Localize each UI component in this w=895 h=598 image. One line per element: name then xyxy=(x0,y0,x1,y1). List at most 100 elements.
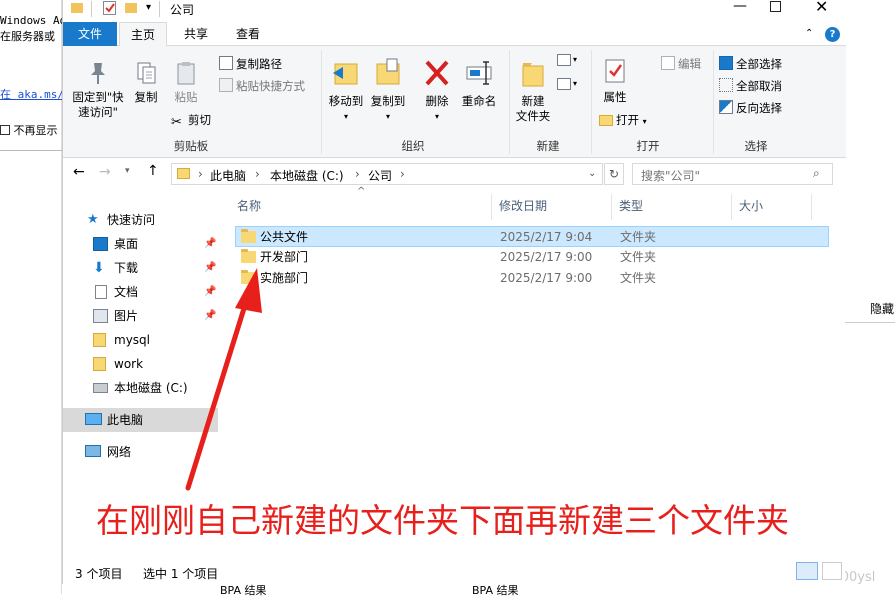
properties-button[interactable]: 属性 xyxy=(595,56,635,105)
edit-button[interactable]: 编辑 xyxy=(661,56,701,72)
group-separator xyxy=(713,50,714,154)
scissors-icon: ✂ xyxy=(171,115,182,130)
recent-locations-icon[interactable]: ▾ xyxy=(125,166,130,176)
column-divider[interactable] xyxy=(811,194,812,220)
new-folder-button[interactable]: 新建 文件夹 xyxy=(511,56,555,124)
nav-item-this-pc[interactable]: 此电脑 xyxy=(63,408,218,432)
paste-shortcut-button[interactable]: 粘贴快捷方式 xyxy=(219,78,305,94)
chevron-down-icon[interactable]: ▾ xyxy=(573,79,577,88)
group-separator xyxy=(591,50,592,154)
address-dropdown-icon[interactable]: ⌄ xyxy=(588,168,596,179)
move-to-icon xyxy=(333,63,358,85)
column-header-date[interactable]: 修改日期 xyxy=(499,196,547,216)
column-header-size[interactable]: 大小 xyxy=(739,196,763,216)
file-row[interactable]: 实施部门 2025/2/17 9:00 文件夹 xyxy=(235,268,829,289)
column-divider[interactable] xyxy=(491,194,492,220)
nav-quick-access[interactable]: ★ 快速访问 xyxy=(63,209,218,231)
tab-view[interactable]: 查看 xyxy=(223,22,273,46)
rename-button[interactable]: 重命名 xyxy=(457,56,501,109)
file-type: 文件夹 xyxy=(620,230,657,244)
move-to-button[interactable]: 移动到 ▾ xyxy=(325,56,367,124)
nav-item-downloads[interactable]: ⬇ 下载 📌 xyxy=(63,257,218,279)
nav-item-desktop[interactable]: 桌面 📌 xyxy=(63,233,218,255)
nav-item-mysql[interactable]: mysql xyxy=(63,329,218,351)
chevron-down-icon[interactable]: ▾ xyxy=(573,55,577,64)
open-button[interactable]: 打开 ▾ xyxy=(599,112,647,130)
easy-access-icon[interactable] xyxy=(557,78,571,90)
search-input[interactable]: 搜索"公司" ⌕ xyxy=(632,163,833,185)
minimize-button[interactable]: — xyxy=(733,0,747,14)
details-view-icon[interactable] xyxy=(796,562,818,580)
collapse-ribbon-icon[interactable]: ⌃ xyxy=(805,28,813,39)
file-row[interactable]: 公共文件 2025/2/17 9:04 文件夹 xyxy=(235,226,829,247)
download-icon: ⬇ xyxy=(93,260,105,276)
breadcrumb-drive[interactable]: 本地磁盘 (C:) xyxy=(270,167,344,184)
select-all-button[interactable]: 全部选择 xyxy=(719,56,782,72)
tab-file[interactable]: 文件 xyxy=(63,22,117,46)
copy-path-button[interactable]: 复制路径 xyxy=(219,56,282,72)
edit-label: 编辑 xyxy=(678,57,701,71)
chevron-right-icon[interactable]: › xyxy=(400,167,405,181)
close-button[interactable]: ✕ xyxy=(815,0,828,16)
pin-quick-access-button[interactable]: 固定到"快速访问" xyxy=(67,60,129,120)
chevron-right-icon[interactable]: › xyxy=(355,167,360,181)
copy-button[interactable]: 复制 xyxy=(129,60,163,105)
drive-icon xyxy=(93,383,108,393)
invert-selection-button[interactable]: 反向选择 xyxy=(719,100,782,116)
up-arrow-icon[interactable]: ↑ xyxy=(147,163,159,179)
maximize-button[interactable] xyxy=(770,1,781,12)
delete-button[interactable]: 删除 ▾ xyxy=(419,56,455,124)
select-none-button[interactable]: 全部取消 xyxy=(719,78,782,94)
nav-item-work[interactable]: work xyxy=(63,353,218,375)
hide-label[interactable]: 隐藏 xyxy=(870,300,894,317)
desktop-icon xyxy=(93,237,108,251)
large-icons-view-icon[interactable] xyxy=(822,562,842,580)
nav-item-network[interactable]: 网络 xyxy=(63,441,218,463)
file-row[interactable]: 开发部门 2025/2/17 9:00 文件夹 xyxy=(235,247,829,268)
copy-label: 复制 xyxy=(134,90,158,104)
file-name: 开发部门 xyxy=(260,250,309,264)
new-folder-icon xyxy=(522,63,544,87)
background-link[interactable]: 在 aka.ms/ xyxy=(0,86,64,102)
tab-home[interactable]: 主页 xyxy=(119,22,167,47)
checkbox[interactable] xyxy=(0,125,10,135)
invert-selection-icon xyxy=(719,100,733,114)
copy-to-button[interactable]: 复制到 ▾ xyxy=(367,56,409,124)
cut-button[interactable]: ✂ 剪切 xyxy=(171,112,211,130)
file-date: 2025/2/17 9:00 xyxy=(500,250,593,264)
divider xyxy=(845,322,895,323)
customize-quick-access-icon[interactable]: ▾ xyxy=(146,2,151,13)
properties-quick-icon[interactable] xyxy=(103,1,116,15)
tab-share[interactable]: 共享 xyxy=(171,22,221,46)
breadcrumb-this-pc[interactable]: 此电脑 xyxy=(210,167,246,184)
nav-label: 图片 xyxy=(114,309,139,323)
paste-shortcut-label: 粘贴快捷方式 xyxy=(236,79,305,93)
nav-item-local-disk[interactable]: 本地磁盘 (C:) xyxy=(63,377,218,399)
chevron-right-icon[interactable]: › xyxy=(198,167,203,181)
nav-item-documents[interactable]: 文档 📌 xyxy=(63,281,218,303)
background-window: Windows Ad 在服务器或 在 aka.ms/ 不再显示 xyxy=(0,0,66,594)
group-separator xyxy=(321,50,322,154)
new-item-icon[interactable] xyxy=(557,54,571,66)
paste-button[interactable]: 粘贴 xyxy=(169,60,203,105)
help-icon[interactable]: ? xyxy=(825,27,840,42)
new-folder-quick-icon[interactable] xyxy=(125,3,137,13)
search-icon[interactable]: ⌕ xyxy=(813,166,820,181)
refresh-icon[interactable]: ↻ xyxy=(604,163,624,185)
background-checkbox-row[interactable]: 不再显示 xyxy=(0,122,58,138)
cut-label: 剪切 xyxy=(188,113,211,127)
copy-path-label: 复制路径 xyxy=(236,57,282,71)
address-bar[interactable]: › 此电脑 › 本地磁盘 (C:) › 公司 › ⌄ xyxy=(171,163,603,185)
breadcrumb-company[interactable]: 公司 xyxy=(368,167,392,184)
column-header-name[interactable]: 名称 xyxy=(237,196,261,216)
nav-item-pictures[interactable]: 图片 📌 xyxy=(63,305,218,327)
folder-icon xyxy=(241,270,256,284)
column-header-type[interactable]: 类型 xyxy=(619,196,643,216)
chevron-right-icon[interactable]: › xyxy=(255,167,260,181)
forward-arrow-icon[interactable]: → xyxy=(99,164,111,180)
column-divider[interactable] xyxy=(731,194,732,220)
column-divider[interactable] xyxy=(611,194,612,220)
delete-icon xyxy=(425,60,449,86)
paste-label: 粘贴 xyxy=(174,90,198,104)
back-arrow-icon[interactable]: ← xyxy=(73,164,85,180)
